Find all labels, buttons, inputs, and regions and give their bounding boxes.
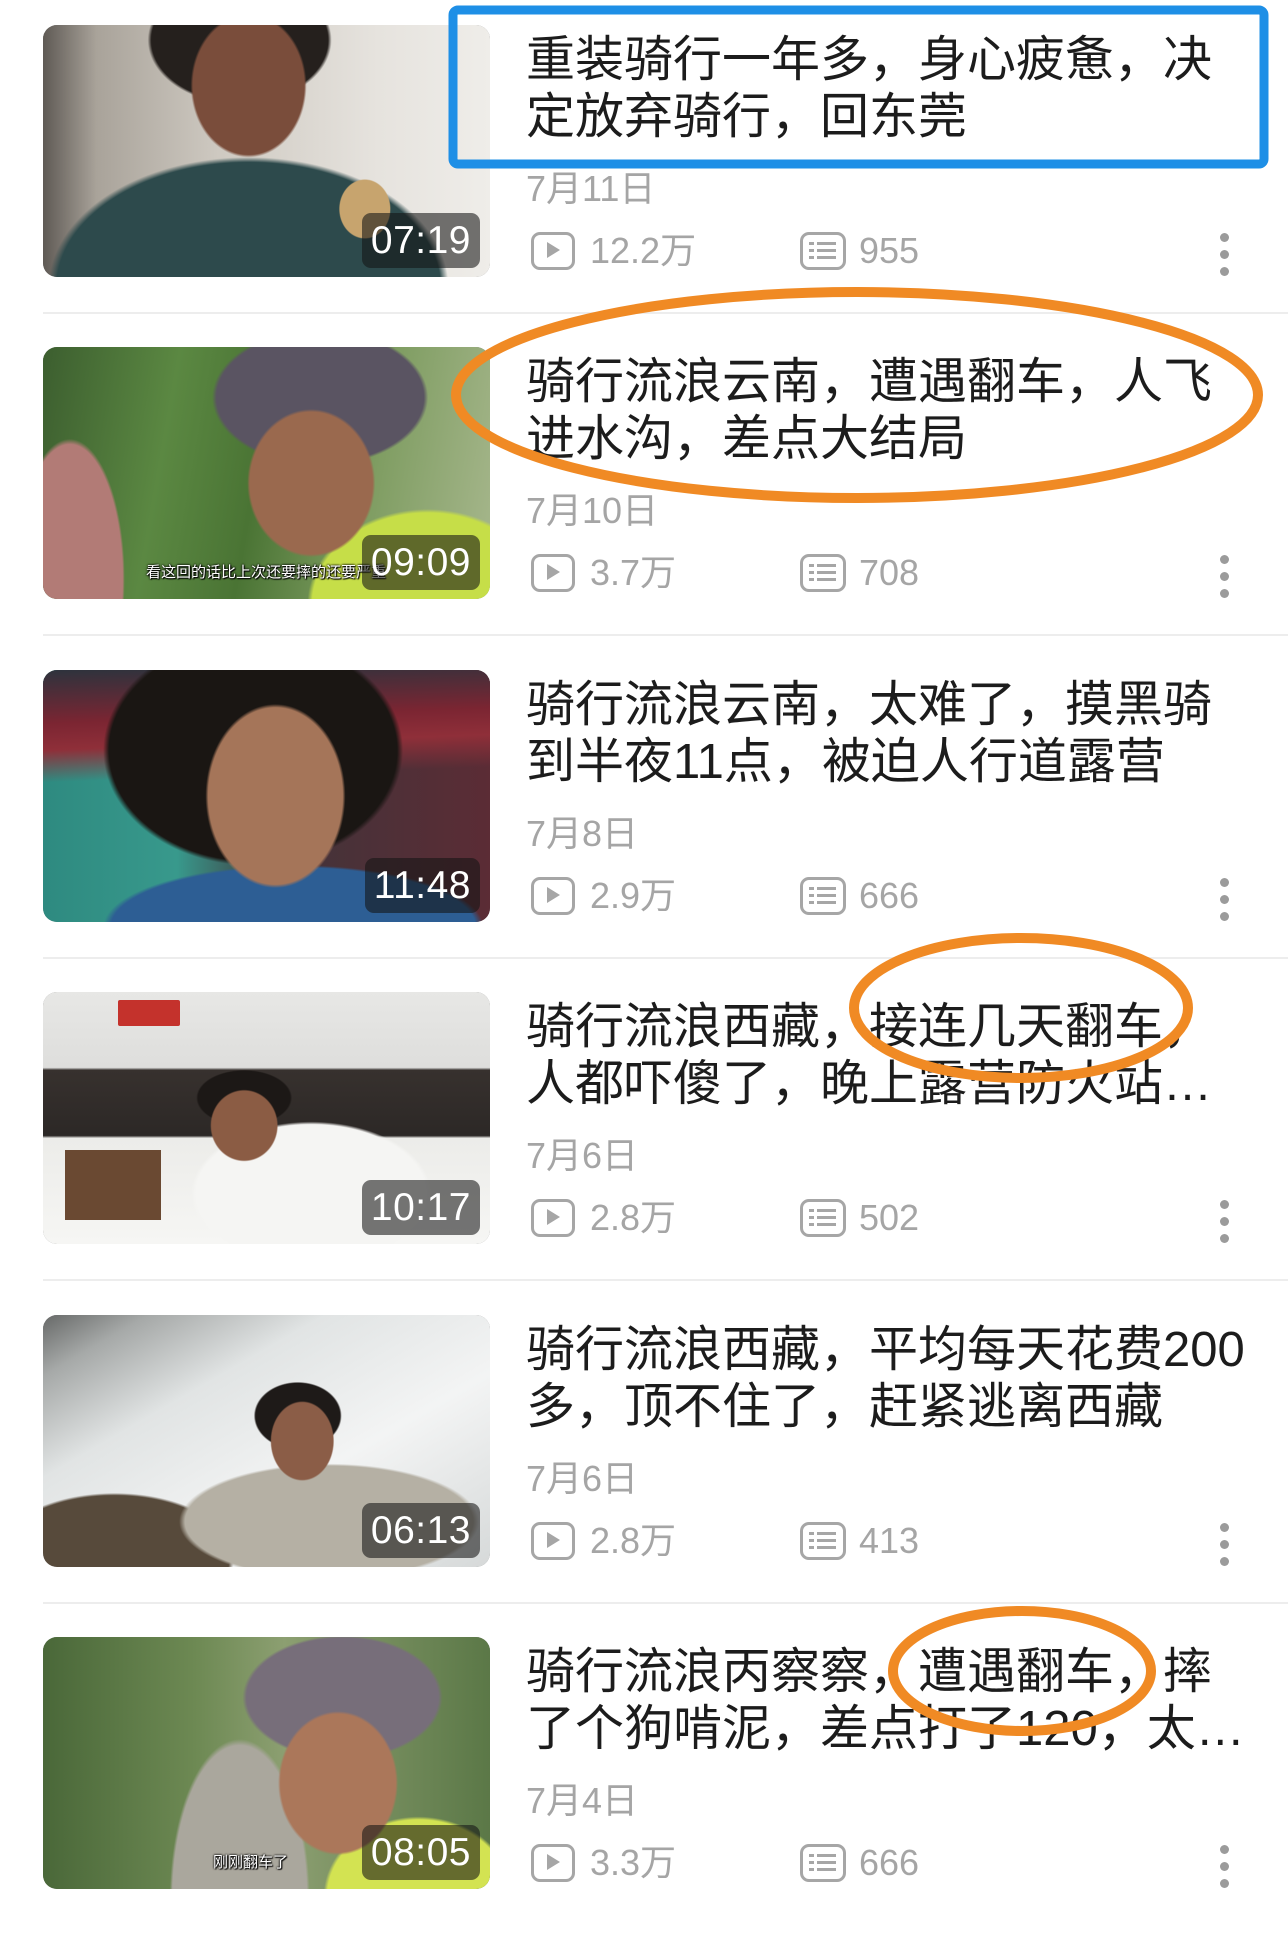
danmaku-count: 666 bbox=[859, 1842, 920, 1883]
more-options-button[interactable] bbox=[1214, 1198, 1236, 1248]
upload-date: 7月11日 bbox=[526, 168, 656, 209]
danmaku-count: 955 bbox=[859, 230, 920, 271]
video-list-item[interactable]: 刚刚翻车了 08:05 骑行流浪丙察察，遭遇翻车，摔 了个狗啃泥，差点打了120… bbox=[0, 1637, 1288, 1937]
more-options-button[interactable] bbox=[1214, 231, 1236, 281]
video-title-line: 定放弃骑行，回东莞 bbox=[526, 90, 968, 144]
play-icon bbox=[531, 232, 575, 270]
divider bbox=[43, 957, 1288, 959]
video-title[interactable]: 重装骑行一年多，身心疲惫，决 定放弃骑行，回东莞 bbox=[526, 32, 1286, 146]
video-title-line: 进水沟，差点大结局 bbox=[526, 412, 968, 466]
video-list-item[interactable]: 06:13 骑行流浪西藏，平均每天花费200 多，顶不住了，赶紧逃离西藏 7月6… bbox=[0, 1315, 1288, 1615]
video-list-item[interactable]: 11:48 骑行流浪云南，太难了，摸黑骑 到半夜11点，被迫人行道露营 7月8日… bbox=[0, 670, 1288, 970]
play-icon bbox=[531, 877, 575, 915]
duration-badge: 07:19 bbox=[361, 213, 480, 268]
wall-sign bbox=[118, 1000, 180, 1026]
video-title-line: 人都吓傻了，晚上露营防火站… bbox=[526, 1057, 1213, 1111]
video-list: 07:19 重装骑行一年多，身心疲惫，决 定放弃骑行，回东莞 7月11日 12.… bbox=[0, 0, 1288, 1906]
divider bbox=[43, 1279, 1288, 1281]
danmaku-count: 708 bbox=[859, 552, 920, 593]
thumbnail-caption: 看这回的话比上次还要摔的还要严重 bbox=[146, 564, 387, 581]
video-list-item[interactable]: 10:17 骑行流浪西藏，接连几天翻车， 人都吓傻了，晚上露营防火站… 7月6日… bbox=[0, 992, 1288, 1292]
video-thumbnail[interactable]: 07:19 bbox=[43, 25, 490, 277]
danmaku-count: 413 bbox=[859, 1520, 920, 1561]
video-title-line: 多，顶不住了，赶紧逃离西藏 bbox=[526, 1380, 1164, 1434]
more-vertical-icon bbox=[1220, 1845, 1229, 1854]
more-options-button[interactable] bbox=[1214, 553, 1236, 603]
danmaku-icon bbox=[800, 1522, 846, 1560]
video-title-line: 到半夜11点，被迫人行道露营 bbox=[526, 735, 1165, 789]
video-title[interactable]: 骑行流浪丙察察，遭遇翻车，摔 了个狗啃泥，差点打了120，太… bbox=[526, 1644, 1286, 1758]
divider bbox=[43, 634, 1288, 636]
more-vertical-icon bbox=[1220, 878, 1229, 887]
view-count: 3.7万 bbox=[590, 552, 677, 593]
video-title-line: 骑行流浪云南，遭遇翻车，人飞 bbox=[526, 355, 1213, 409]
duration-badge: 09:09 bbox=[361, 535, 480, 590]
video-thumbnail[interactable]: 11:48 bbox=[43, 670, 490, 922]
video-title[interactable]: 骑行流浪西藏，接连几天翻车， 人都吓傻了，晚上露营防火站… bbox=[526, 999, 1286, 1113]
video-thumbnail[interactable]: 看这回的话比上次还要摔的还要严重 09:09 bbox=[43, 347, 490, 599]
play-icon bbox=[531, 1199, 575, 1237]
danmaku-icon bbox=[800, 1199, 846, 1237]
divider bbox=[43, 1602, 1288, 1604]
play-icon bbox=[531, 1522, 575, 1560]
upload-date: 7月6日 bbox=[526, 1135, 639, 1176]
video-title[interactable]: 骑行流浪云南，遭遇翻车，人飞 进水沟，差点大结局 bbox=[526, 354, 1286, 468]
duration-badge: 10:17 bbox=[361, 1180, 480, 1235]
video-thumbnail[interactable]: 10:17 bbox=[43, 992, 490, 1244]
danmaku-icon bbox=[800, 1844, 846, 1882]
upload-date: 7月4日 bbox=[526, 1780, 639, 1821]
more-options-button[interactable] bbox=[1214, 1521, 1236, 1571]
danmaku-count: 502 bbox=[859, 1197, 920, 1238]
video-thumbnail[interactable]: 06:13 bbox=[43, 1315, 490, 1567]
view-count: 2.8万 bbox=[590, 1197, 677, 1238]
upload-date: 7月8日 bbox=[526, 813, 639, 854]
view-count: 2.9万 bbox=[590, 875, 677, 916]
video-title[interactable]: 骑行流浪西藏，平均每天花费200 多，顶不住了，赶紧逃离西藏 bbox=[526, 1322, 1286, 1436]
view-count: 2.8万 bbox=[590, 1520, 677, 1561]
more-vertical-icon bbox=[1220, 555, 1229, 564]
more-vertical-icon bbox=[1220, 1200, 1229, 1209]
more-vertical-icon bbox=[1220, 233, 1229, 242]
duration-badge: 11:48 bbox=[364, 858, 480, 913]
more-options-button[interactable] bbox=[1214, 876, 1236, 926]
video-title-line: 了个狗啃泥，差点打了120，太… bbox=[526, 1702, 1245, 1756]
thumbnail-caption: 刚刚翻车了 bbox=[213, 1854, 289, 1871]
more-vertical-icon bbox=[1220, 1523, 1229, 1532]
video-title-line: 重装骑行一年多，身心疲惫，决 bbox=[526, 33, 1213, 87]
upload-date: 7月6日 bbox=[526, 1458, 639, 1499]
video-title-line: 骑行流浪云南，太难了，摸黑骑 bbox=[526, 678, 1213, 732]
view-count: 12.2万 bbox=[590, 230, 697, 271]
view-count: 3.3万 bbox=[590, 1842, 677, 1883]
video-list-item[interactable]: 07:19 重装骑行一年多，身心疲惫，决 定放弃骑行，回东莞 7月11日 12.… bbox=[0, 25, 1288, 325]
divider bbox=[43, 312, 1288, 314]
video-title-line: 骑行流浪西藏，平均每天花费200 bbox=[526, 1323, 1245, 1377]
danmaku-count: 666 bbox=[859, 875, 920, 916]
upload-date: 7月10日 bbox=[526, 490, 659, 531]
play-icon bbox=[531, 554, 575, 592]
video-thumbnail[interactable]: 刚刚翻车了 08:05 bbox=[43, 1637, 490, 1889]
video-title-line: 骑行流浪西藏，接连几天翻车， bbox=[526, 1000, 1213, 1054]
danmaku-icon bbox=[800, 554, 846, 592]
more-options-button[interactable] bbox=[1214, 1843, 1236, 1893]
play-icon bbox=[531, 1844, 575, 1882]
duration-badge: 06:13 bbox=[361, 1503, 480, 1558]
video-list-item[interactable]: 看这回的话比上次还要摔的还要严重 09:09 骑行流浪云南，遭遇翻车，人飞 进水… bbox=[0, 347, 1288, 647]
video-title[interactable]: 骑行流浪云南，太难了，摸黑骑 到半夜11点，被迫人行道露营 bbox=[526, 677, 1286, 791]
video-title-line: 骑行流浪丙察察，遭遇翻车，摔 bbox=[526, 1645, 1213, 1699]
danmaku-icon bbox=[800, 232, 846, 270]
duration-badge: 08:05 bbox=[361, 1825, 480, 1880]
danmaku-icon bbox=[800, 877, 846, 915]
